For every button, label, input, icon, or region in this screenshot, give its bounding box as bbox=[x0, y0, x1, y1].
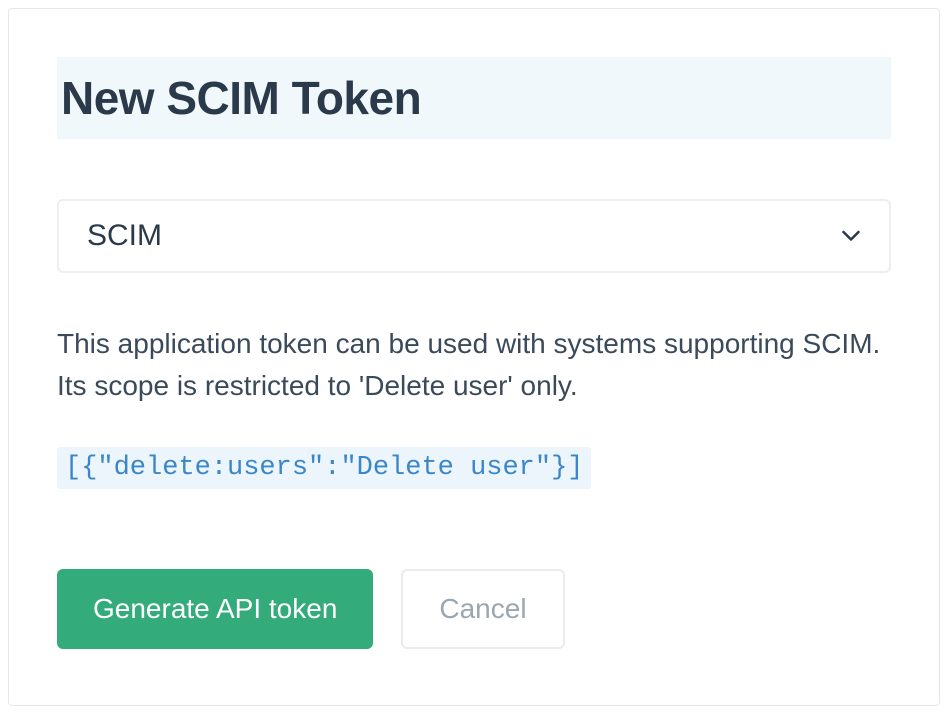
token-description: This application token can be used with … bbox=[57, 323, 891, 407]
generate-token-button[interactable]: Generate API token bbox=[57, 569, 373, 649]
select-value: SCIM bbox=[87, 219, 162, 253]
token-card: New SCIM Token SCIM This application tok… bbox=[8, 8, 940, 706]
chevron-down-icon bbox=[841, 226, 861, 246]
title-bar: New SCIM Token bbox=[57, 57, 891, 139]
page-title: New SCIM Token bbox=[61, 71, 883, 125]
token-type-select[interactable]: SCIM bbox=[57, 199, 891, 273]
scope-json: [{"delete:users":"Delete user"}] bbox=[57, 447, 591, 489]
cancel-button[interactable]: Cancel bbox=[401, 569, 564, 649]
button-row: Generate API token Cancel bbox=[57, 569, 891, 649]
